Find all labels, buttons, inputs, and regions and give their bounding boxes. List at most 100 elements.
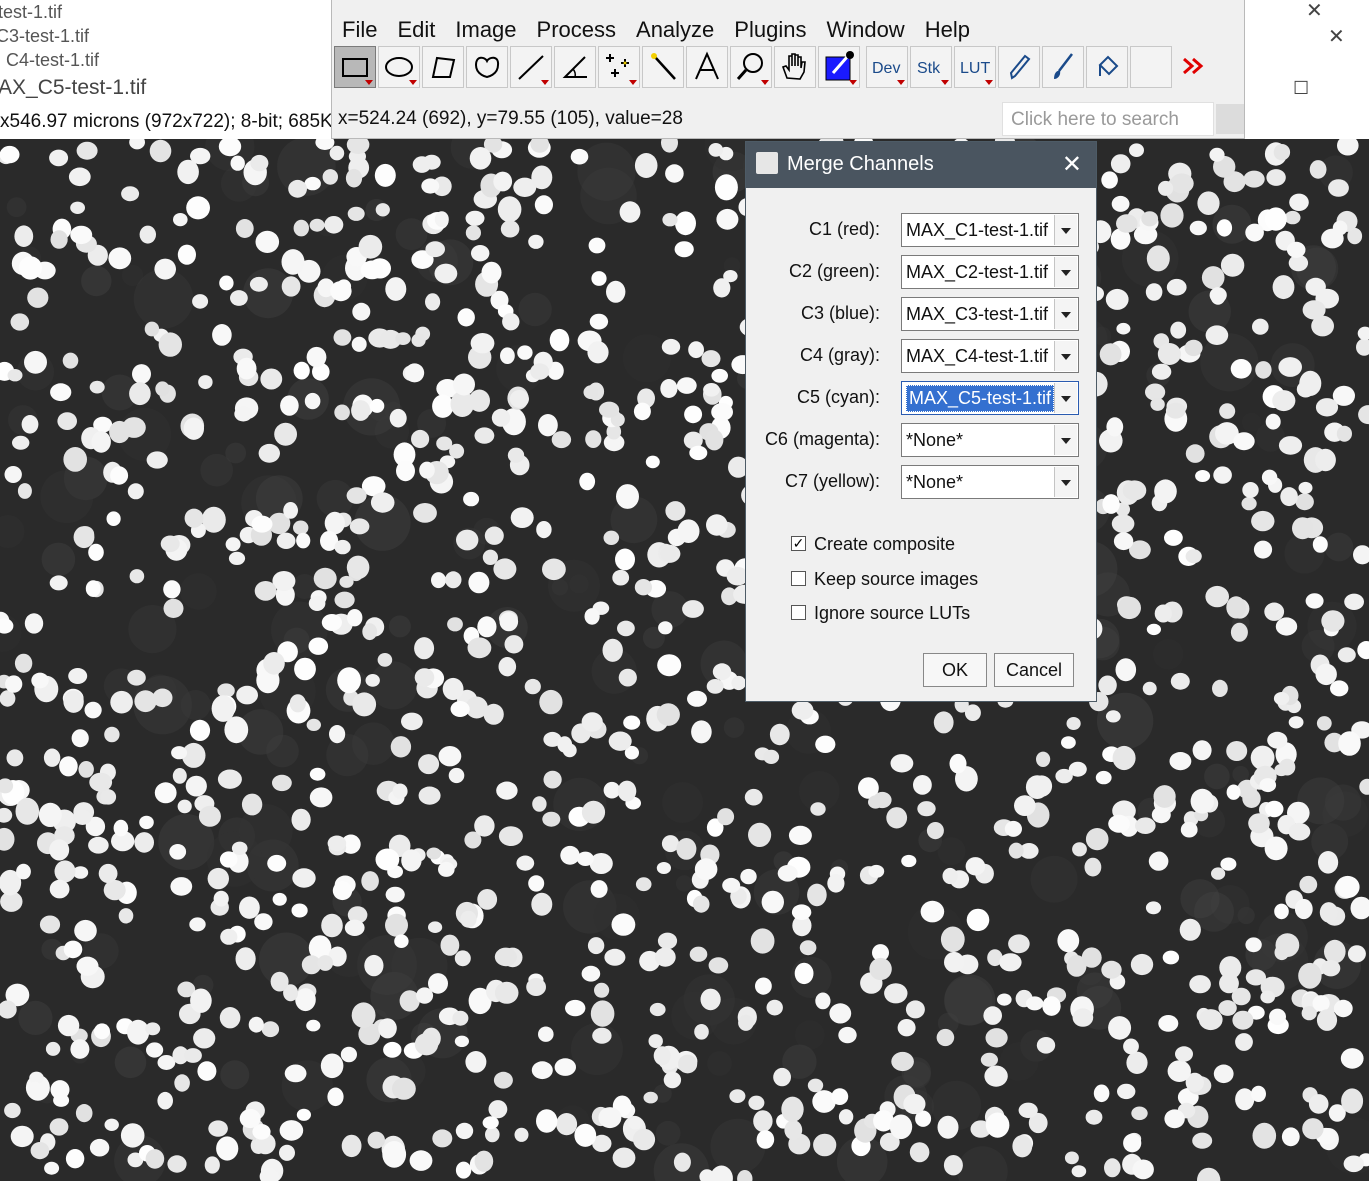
close-icon[interactable]: ✕ [1306,0,1323,23]
dev-menu-tool[interactable]: Dev [866,46,908,88]
stk-menu-tool[interactable]: Stk [910,46,952,88]
channel-label: C4 (gray): [799,345,880,365]
menu-edit[interactable]: Edit [387,14,445,46]
color-picker-tool[interactable] [818,46,860,88]
paintbrush-tool[interactable] [1042,46,1084,88]
ok-button[interactable]: OK [923,653,987,687]
dev-icon: Dev [872,60,900,77]
selected-value: MAX_C2-test-1.tif [906,262,1049,282]
oval-selection-tool[interactable] [378,46,420,88]
paintbrush-icon [1054,53,1073,79]
image-info: x546.97 microns (972x722); 8-bit; 685K [0,111,333,132]
selected-value: MAX_C1-test-1.tif [906,220,1049,240]
lut-icon: LUT [960,60,990,77]
search-button[interactable] [1216,104,1244,134]
chevron-down-icon[interactable] [1054,467,1077,497]
channel-select-c1[interactable]: MAX_C1-test-1.tif [901,213,1079,247]
dropper-icon [825,51,854,81]
magnifying-glass-tool[interactable] [730,46,772,88]
chevron-down-icon[interactable] [1054,215,1077,245]
pencil-tool[interactable] [998,46,1040,88]
checkbox-checked[interactable]: ✓ [791,536,806,551]
merge-channels-dialog: Merge Channels ✕ C1 (red): MAX_C1-test-1… [745,141,1097,702]
checkbox-label: Ignore source LUTs [814,603,971,623]
channel-label: C6 (magenta): [764,429,880,449]
window-title: test-1.tif [0,2,63,22]
channel-select-c7[interactable]: *None* [901,465,1079,499]
pencil-icon [1009,54,1031,80]
channel-label: C2 (green): [788,261,880,281]
angle-tool[interactable] [554,46,596,88]
channel-row-c3: C3 (blue): MAX_C3-test-1.tif [746,297,1096,331]
text-tool[interactable] [686,46,728,88]
channel-select-c3[interactable]: MAX_C3-test-1.tif [901,297,1079,331]
image-canvas[interactable] [0,139,1369,1181]
chevron-down-icon[interactable] [1054,257,1077,287]
freehand-selection-tool[interactable] [466,46,508,88]
menu-analyze[interactable]: Analyze [626,14,724,46]
channel-label: C5 (cyan): [796,387,880,407]
chevron-down-icon[interactable] [1054,425,1077,455]
checkbox-unchecked[interactable] [791,571,806,586]
channel-select-c6[interactable]: *None* [901,423,1079,457]
angle-icon [562,56,587,78]
checkbox-unchecked[interactable] [791,605,806,620]
hand-icon [781,53,806,80]
channel-label: C3 (blue): [800,303,880,323]
magic-wand-icon [651,53,676,80]
lut-menu-tool[interactable]: LUT [954,46,996,88]
search-field[interactable]: Click here to search [1002,102,1214,136]
rectangle-selection-tool[interactable] [334,46,376,88]
maximize-icon[interactable]: ☐ [1293,78,1309,99]
selected-value: *None* [906,472,964,492]
menu-image[interactable]: Image [445,14,526,46]
menu-window[interactable]: Window [816,14,914,46]
freehand-icon [474,56,500,79]
channel-row-c7: C7 (yellow): *None* [746,465,1096,499]
menu-plugins[interactable]: Plugins [724,14,816,46]
nuclei-image [0,139,1369,1181]
line-selection-tool[interactable] [510,46,552,88]
channel-row-c6: C6 (magenta): *None* [746,423,1096,457]
checkbox-label: Create composite [814,534,956,554]
selected-value: *None* [906,430,964,450]
flood-filler-tool[interactable] [1086,46,1128,88]
empty-tool-slot[interactable] [1130,46,1172,88]
toolbar: Dev Stk LUT [334,46,1218,92]
crosshair-points-icon [606,54,629,77]
channel-row-c4: C4 (gray): MAX_C4-test-1.tif [746,339,1096,373]
imagej-main-window: File Edit Image Process Analyze Plugins … [331,0,1245,139]
selected-value: MAX_C4-test-1.tif [906,346,1049,366]
chevron-down-icon[interactable] [1054,383,1077,413]
dialog-titlebar[interactable]: Merge Channels ✕ [746,142,1096,188]
magnifier-icon [736,53,763,80]
channel-row-c2: C2 (green): MAX_C2-test-1.tif [746,255,1096,289]
double-chevron-right-icon [1183,57,1204,75]
wand-tool[interactable] [642,46,684,88]
channel-select-c2[interactable]: MAX_C2-test-1.tif [901,255,1079,289]
line-icon [518,55,544,80]
chevron-down-icon[interactable] [1054,341,1077,371]
channel-select-c5[interactable]: MAX_C5-test-1.tif [901,381,1079,415]
channel-label: C7 (yellow): [784,471,880,491]
scrolling-tool[interactable] [774,46,816,88]
chevron-down-icon[interactable] [1054,299,1077,329]
multipoint-tool[interactable] [598,46,640,88]
text-icon [695,51,719,80]
polygon-selection-tool[interactable] [422,46,464,88]
more-tools-button[interactable] [1174,46,1216,88]
paint-bucket-icon [1098,55,1119,76]
lut-label: LUT [960,60,990,77]
close-icon[interactable]: ✕ [1062,150,1082,179]
oval-icon [385,57,413,77]
menu-help[interactable]: Help [915,14,980,46]
menu-process[interactable]: Process [527,14,626,46]
imagej-app-icon [756,152,778,174]
selected-value: MAX_C5-test-1.tif [906,385,1055,412]
status-readout: x=524.24 (692), y=79.55 (105), value=28 [338,108,683,129]
menu-bar: File Edit Image Process Analyze Plugins … [332,14,980,46]
checkbox-label: Keep source images [814,569,979,589]
channel-select-c4[interactable]: MAX_C4-test-1.tif [901,339,1079,373]
cancel-button[interactable]: Cancel [994,653,1074,687]
menu-file[interactable]: File [332,14,387,46]
